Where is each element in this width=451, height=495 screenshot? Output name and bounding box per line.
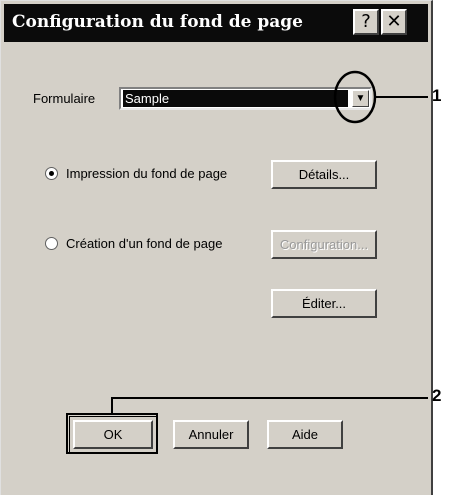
callout-line-2 [111, 397, 428, 414]
callout-lines [66, 70, 428, 454]
callout-box [66, 413, 158, 454]
callout-circle [333, 70, 377, 124]
callout-number-2: 2 [432, 386, 442, 405]
callout-number-1: 1 [432, 86, 442, 105]
